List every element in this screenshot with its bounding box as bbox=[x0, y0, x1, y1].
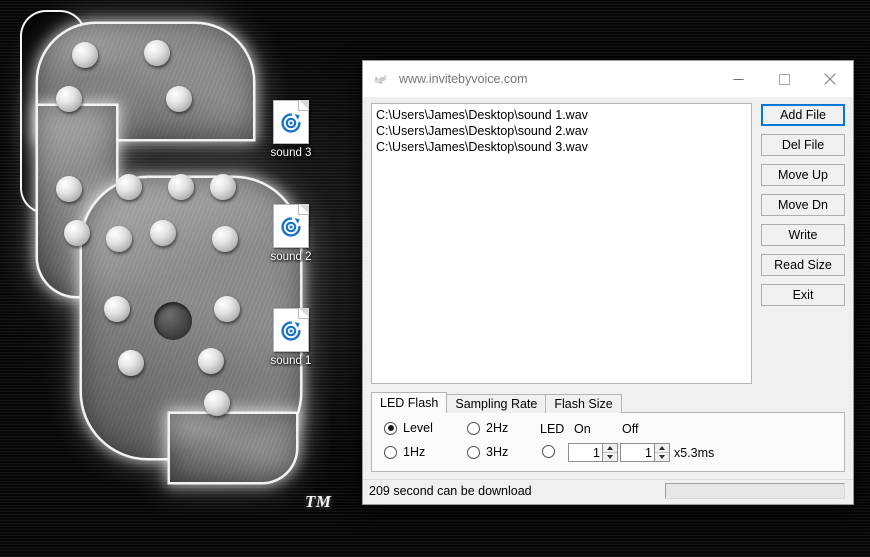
led-flash-controls: Level 1Hz 2Hz 3Hz LED On Off 1 1 x5.3ms bbox=[382, 421, 834, 467]
logo-rivet bbox=[212, 226, 238, 252]
list-and-buttons-row: C:\Users\James\Desktop\sound 1.wav C:\Us… bbox=[371, 103, 845, 384]
off-column-label: Off bbox=[622, 422, 639, 436]
desktop-icon-label: sound 1 bbox=[270, 355, 312, 367]
desktop-icon-label: sound 3 bbox=[270, 147, 312, 159]
minimize-icon bbox=[733, 78, 743, 80]
app-icon bbox=[374, 74, 387, 84]
title-bar[interactable]: www.invitebyvoice.com bbox=[363, 61, 853, 97]
logo-rivet bbox=[116, 174, 142, 200]
file-list-item[interactable]: C:\Users\James\Desktop\sound 3.wav bbox=[376, 139, 747, 155]
radio-dot-icon bbox=[384, 421, 397, 435]
led-timing-spinners: x5.3ms bbox=[568, 443, 714, 462]
del-file-button[interactable]: Del File bbox=[761, 134, 845, 156]
radio-label: 2Hz bbox=[486, 421, 509, 435]
led-label: LED bbox=[540, 422, 565, 436]
tab-flash-size[interactable]: Flash Size bbox=[545, 394, 622, 413]
logo-rivet bbox=[104, 296, 130, 322]
tab-led-flash[interactable]: LED Flash bbox=[371, 392, 448, 413]
radio-label: Level bbox=[403, 421, 433, 435]
radio-dot-icon bbox=[467, 421, 480, 435]
logo-rivet bbox=[198, 348, 224, 374]
on-stepper-arrows bbox=[602, 444, 617, 461]
close-icon bbox=[824, 73, 836, 85]
status-bar: 209 second can be download bbox=[363, 479, 853, 501]
radio-dot-icon bbox=[542, 445, 555, 458]
window-client-area: C:\Users\James\Desktop\sound 1.wav C:\Us… bbox=[363, 97, 853, 504]
desktop-icon-label: sound 2 bbox=[270, 251, 312, 263]
desktop-icon-sound-3[interactable]: sound 3 bbox=[253, 100, 329, 160]
logo-rivet bbox=[168, 174, 194, 200]
tab-control: LED Flash Sampling Rate Flash Size Level… bbox=[371, 392, 845, 472]
read-size-button[interactable]: Read Size bbox=[761, 254, 845, 276]
write-button[interactable]: Write bbox=[761, 224, 845, 246]
logo-rivet bbox=[118, 350, 144, 376]
screen: TM sound 3 sound 2 sound 1 www.invitebyv… bbox=[0, 0, 870, 557]
file-list-item[interactable]: C:\Users\James\Desktop\sound 1.wav bbox=[376, 107, 747, 123]
file-list[interactable]: C:\Users\James\Desktop\sound 1.wav C:\Us… bbox=[371, 103, 752, 384]
radio-led-custom[interactable] bbox=[542, 445, 561, 458]
on-stepper-up-button[interactable] bbox=[603, 444, 617, 453]
logo-rivet bbox=[106, 226, 132, 252]
move-up-button[interactable]: Move Up bbox=[761, 164, 845, 186]
radio-level[interactable]: Level bbox=[384, 421, 433, 435]
move-dn-button[interactable]: Move Dn bbox=[761, 194, 845, 216]
status-message: 209 second can be download bbox=[369, 483, 532, 498]
radio-dot-icon bbox=[467, 445, 480, 459]
on-duration-stepper[interactable] bbox=[568, 443, 618, 462]
off-stepper-arrows bbox=[654, 444, 669, 461]
trademark-mark: TM bbox=[305, 492, 332, 511]
radio-label: 3Hz bbox=[486, 445, 509, 459]
media-disc-icon bbox=[273, 308, 309, 352]
radio-label: 1Hz bbox=[403, 445, 426, 459]
on-stepper-down-button[interactable] bbox=[603, 453, 617, 461]
window-controls bbox=[715, 61, 853, 97]
off-duration-stepper[interactable] bbox=[620, 443, 670, 462]
logo-rivet bbox=[144, 40, 170, 66]
logo-rivet bbox=[64, 220, 90, 246]
logo-rivet bbox=[150, 220, 176, 246]
logo-rivet bbox=[210, 174, 236, 200]
logo-rivet bbox=[204, 390, 230, 416]
on-duration-input[interactable] bbox=[569, 444, 602, 461]
logo-rivet bbox=[166, 86, 192, 112]
logo-shape-tail bbox=[170, 414, 296, 482]
radio-3hz[interactable]: 3Hz bbox=[467, 445, 508, 459]
radio-1hz[interactable]: 1Hz bbox=[384, 445, 425, 459]
add-file-button[interactable]: Add File bbox=[761, 104, 845, 126]
logo-rivet bbox=[56, 86, 82, 112]
window-title: www.invitebyvoice.com bbox=[399, 72, 528, 86]
close-button[interactable] bbox=[807, 61, 853, 97]
off-stepper-up-button[interactable] bbox=[655, 444, 669, 453]
action-button-column: Add File Del File Move Up Move Dn Write … bbox=[761, 103, 845, 384]
progress-bar bbox=[665, 482, 845, 499]
off-stepper-down-button[interactable] bbox=[655, 453, 669, 461]
off-duration-input[interactable] bbox=[621, 444, 654, 461]
tab-strip: LED Flash Sampling Rate Flash Size bbox=[371, 392, 845, 413]
tab-panel-led-flash: Level 1Hz 2Hz 3Hz LED On Off 1 1 x5.3ms bbox=[371, 412, 845, 472]
logo-rivet bbox=[56, 176, 82, 202]
desktop-icon-sound-2[interactable]: sound 2 bbox=[253, 204, 329, 264]
desktop-icon-sound-1[interactable]: sound 1 bbox=[253, 308, 329, 368]
radio-2hz[interactable]: 2Hz bbox=[467, 421, 508, 435]
maximize-icon bbox=[778, 73, 790, 85]
logo-hole bbox=[154, 302, 192, 340]
tab-sampling-rate[interactable]: Sampling Rate bbox=[446, 394, 547, 413]
application-window: www.invitebyvoice.com C:\Users\James\Des… bbox=[362, 60, 854, 505]
file-list-item[interactable]: C:\Users\James\Desktop\sound 2.wav bbox=[376, 123, 747, 139]
on-column-label: On bbox=[574, 422, 591, 436]
media-disc-icon bbox=[273, 204, 309, 248]
time-unit-label: x5.3ms bbox=[674, 445, 715, 460]
logo-rivet bbox=[214, 296, 240, 322]
exit-button[interactable]: Exit bbox=[761, 284, 845, 306]
maximize-button[interactable] bbox=[761, 61, 807, 97]
logo-rivet bbox=[72, 42, 98, 68]
radio-dot-icon bbox=[384, 445, 397, 459]
media-disc-icon bbox=[273, 100, 309, 144]
minimize-button[interactable] bbox=[715, 61, 761, 97]
